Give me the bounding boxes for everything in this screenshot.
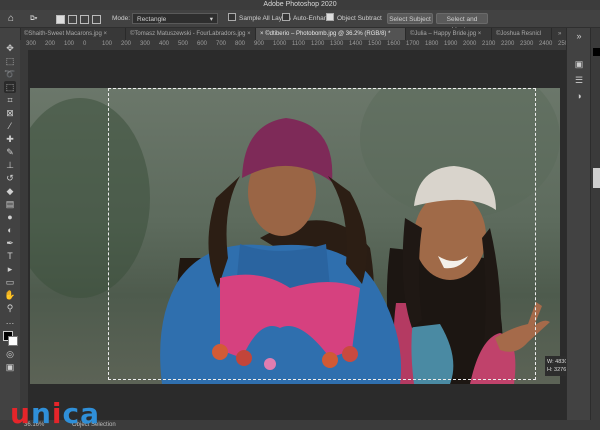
frame-tool-icon[interactable]: ⊠	[4, 107, 16, 119]
mode-value: Rectangle	[137, 16, 167, 23]
ruler-tick-label: 300	[140, 41, 151, 47]
marquee-tool-icon[interactable]: ⬚	[4, 55, 16, 67]
chevron-down-icon: ▾	[209, 16, 213, 23]
ruler-tick-label: 1000	[273, 41, 287, 47]
ruler-tick-label: 200	[121, 41, 132, 47]
ruler-tick-label: 1500	[368, 41, 382, 47]
tools-panel: ✥ ⬚ ➰ ⬚ ⌗ ⊠ ⁄ ✚ ✎ ⊥ ↺ ◆ ▤ ● ◐ ✒ T ▸ ▭ ✋ …	[0, 28, 21, 420]
screen-mode-icon[interactable]: ▣	[4, 361, 16, 373]
close-icon[interactable]: ×	[103, 31, 107, 37]
history-icon[interactable]: ▣	[573, 58, 585, 70]
more-tools-icon[interactable]: …	[4, 315, 16, 327]
tab-label: ©Joshua Resnicl	[496, 31, 542, 37]
quick-mask-icon[interactable]: ◎	[4, 348, 16, 360]
blur-tool-icon[interactable]: ●	[4, 211, 16, 223]
document-canvas[interactable]: W: 4830 px H: 3276 px	[28, 50, 581, 420]
select-and-mask-button[interactable]: Select and Mask...	[436, 13, 488, 34]
properties-icon[interactable]: ☰	[573, 74, 585, 86]
history-brush-icon[interactable]: ↺	[4, 172, 16, 184]
ruler-tick-label: 800	[235, 41, 246, 47]
eraser-tool-icon[interactable]: ◆	[4, 185, 16, 197]
ruler-tick-label: 2000	[463, 41, 477, 47]
tab-joshua[interactable]: ©Joshua Resnicl	[492, 28, 552, 40]
ruler-tick-label: 1900	[444, 41, 458, 47]
close-icon[interactable]: ×	[260, 31, 264, 37]
type-tool-icon[interactable]: T	[4, 250, 16, 262]
tab-happy-bride[interactable]: ©Julia – Happy Bride.jpg ×	[406, 28, 492, 40]
ruler-tick-label: 2100	[482, 41, 496, 47]
selection-marquee[interactable]	[108, 88, 536, 380]
eyedropper-tool-icon[interactable]: ⁄	[4, 120, 16, 132]
close-icon[interactable]: ×	[478, 31, 482, 37]
add-selection-icon[interactable]	[68, 13, 77, 24]
healing-brush-icon[interactable]: ✚	[4, 133, 16, 145]
tab-label: ©Julia – Happy Bride.jpg	[410, 31, 477, 37]
ruler-tick-label: 1300	[330, 41, 344, 47]
move-tool-icon[interactable]: ✥	[4, 42, 16, 54]
ruler-tick-label: 200	[45, 41, 56, 47]
pen-tool-icon[interactable]: ✒	[4, 237, 16, 249]
ruler-tick-label: 2300	[520, 41, 534, 47]
shape-tool-icon[interactable]: ▭	[4, 276, 16, 288]
ruler-tick-label: 1800	[425, 41, 439, 47]
select-subject-button[interactable]: Select Subject	[387, 13, 433, 24]
gradient-tool-icon[interactable]: ▤	[4, 198, 16, 210]
ruler-tick-label: 100	[64, 41, 75, 47]
object-subtract-checkbox[interactable]: Object Subtract	[326, 13, 382, 24]
background-color-swatch[interactable]	[8, 336, 18, 346]
tool-preset-icon[interactable]: ⧉▾	[30, 13, 37, 24]
photo-image[interactable]	[30, 88, 560, 384]
tab-four-labradors[interactable]: ©Tomasz Matuszewski - FourLabradors.jpg …	[126, 28, 256, 40]
object-selection-tool-icon[interactable]: ⬚	[4, 81, 16, 93]
mode-select[interactable]: Rectangle ▾	[132, 13, 218, 24]
lasso-tool-icon[interactable]: ➰	[4, 68, 16, 80]
path-selection-icon[interactable]: ▸	[4, 263, 16, 275]
color-gradient-preview[interactable]	[593, 168, 600, 188]
close-icon[interactable]: ×	[247, 31, 251, 37]
tab-photobomb[interactable]: × ©dtiberio – Photobomb.jpg @ 36.2% (RGB…	[256, 28, 406, 40]
ruler-tick-label: 1200	[311, 41, 325, 47]
mode-label: Mode:	[112, 15, 131, 22]
unica-logo: unica	[10, 397, 100, 430]
adjustments-icon[interactable]: ◑	[573, 90, 585, 102]
clone-stamp-icon[interactable]: ⊥	[4, 159, 16, 171]
tab-sweet-macarons[interactable]: ©Shaith-Sweet Macarons.jpg ×	[20, 28, 126, 40]
ruler-tick-label: 600	[197, 41, 208, 47]
more-tabs-icon[interactable]: »	[554, 28, 566, 40]
tab-label: ©dtiberio – Photobomb.jpg @ 36.2% (RGB/8…	[265, 31, 391, 37]
object-subtract-label: Object Subtract	[337, 15, 382, 22]
options-bar: ⌂ ⧉▾ Mode: Rectangle ▾ Sample All Layers …	[0, 10, 600, 34]
new-selection-icon[interactable]	[56, 13, 65, 24]
ruler-tick-label: 1700	[406, 41, 420, 47]
tab-label: ©Shaith-Sweet Macarons.jpg	[24, 31, 102, 37]
ruler-tick-label: 2200	[501, 41, 515, 47]
dodge-tool-icon[interactable]: ◐	[4, 224, 16, 236]
ruler-tick-label: 1400	[349, 41, 363, 47]
ruler-tick-label: 900	[254, 41, 265, 47]
right-dock: » ▣ ☰ ◑	[566, 28, 591, 420]
ruler-tick-label: 100	[102, 41, 113, 47]
hand-tool-icon[interactable]: ✋	[4, 289, 16, 301]
tab-label: ©Tomasz Matuszewski - FourLabradors.jpg	[130, 31, 246, 37]
crop-tool-icon[interactable]: ⌗	[4, 94, 16, 106]
intersect-selection-icon[interactable]	[92, 13, 101, 24]
ruler-tick-label: 1100	[292, 41, 305, 47]
brush-tool-icon[interactable]: ✎	[4, 146, 16, 158]
ruler-tick-label: 400	[159, 41, 170, 47]
ruler-tick-label: 0	[83, 41, 87, 47]
ruler-tick-label: 300	[26, 41, 37, 47]
right-panel	[590, 28, 600, 420]
home-icon[interactable]: ⌂	[8, 13, 14, 24]
ruler-tick-label: 1600	[387, 41, 401, 47]
color-swatch[interactable]	[593, 48, 600, 56]
zoom-tool-icon[interactable]: ⚲	[4, 302, 16, 314]
ruler-tick-label: 2400	[539, 41, 553, 47]
document-tabs: ©Shaith-Sweet Macarons.jpg × ©Tomasz Mat…	[20, 28, 566, 40]
collapse-panels-icon[interactable]: »	[573, 30, 585, 42]
app-title: Adobe Photoshop 2020	[0, 0, 600, 10]
ruler-tick-label: 700	[216, 41, 227, 47]
ruler-tick-label: 500	[178, 41, 189, 47]
subtract-selection-icon[interactable]	[80, 13, 89, 24]
